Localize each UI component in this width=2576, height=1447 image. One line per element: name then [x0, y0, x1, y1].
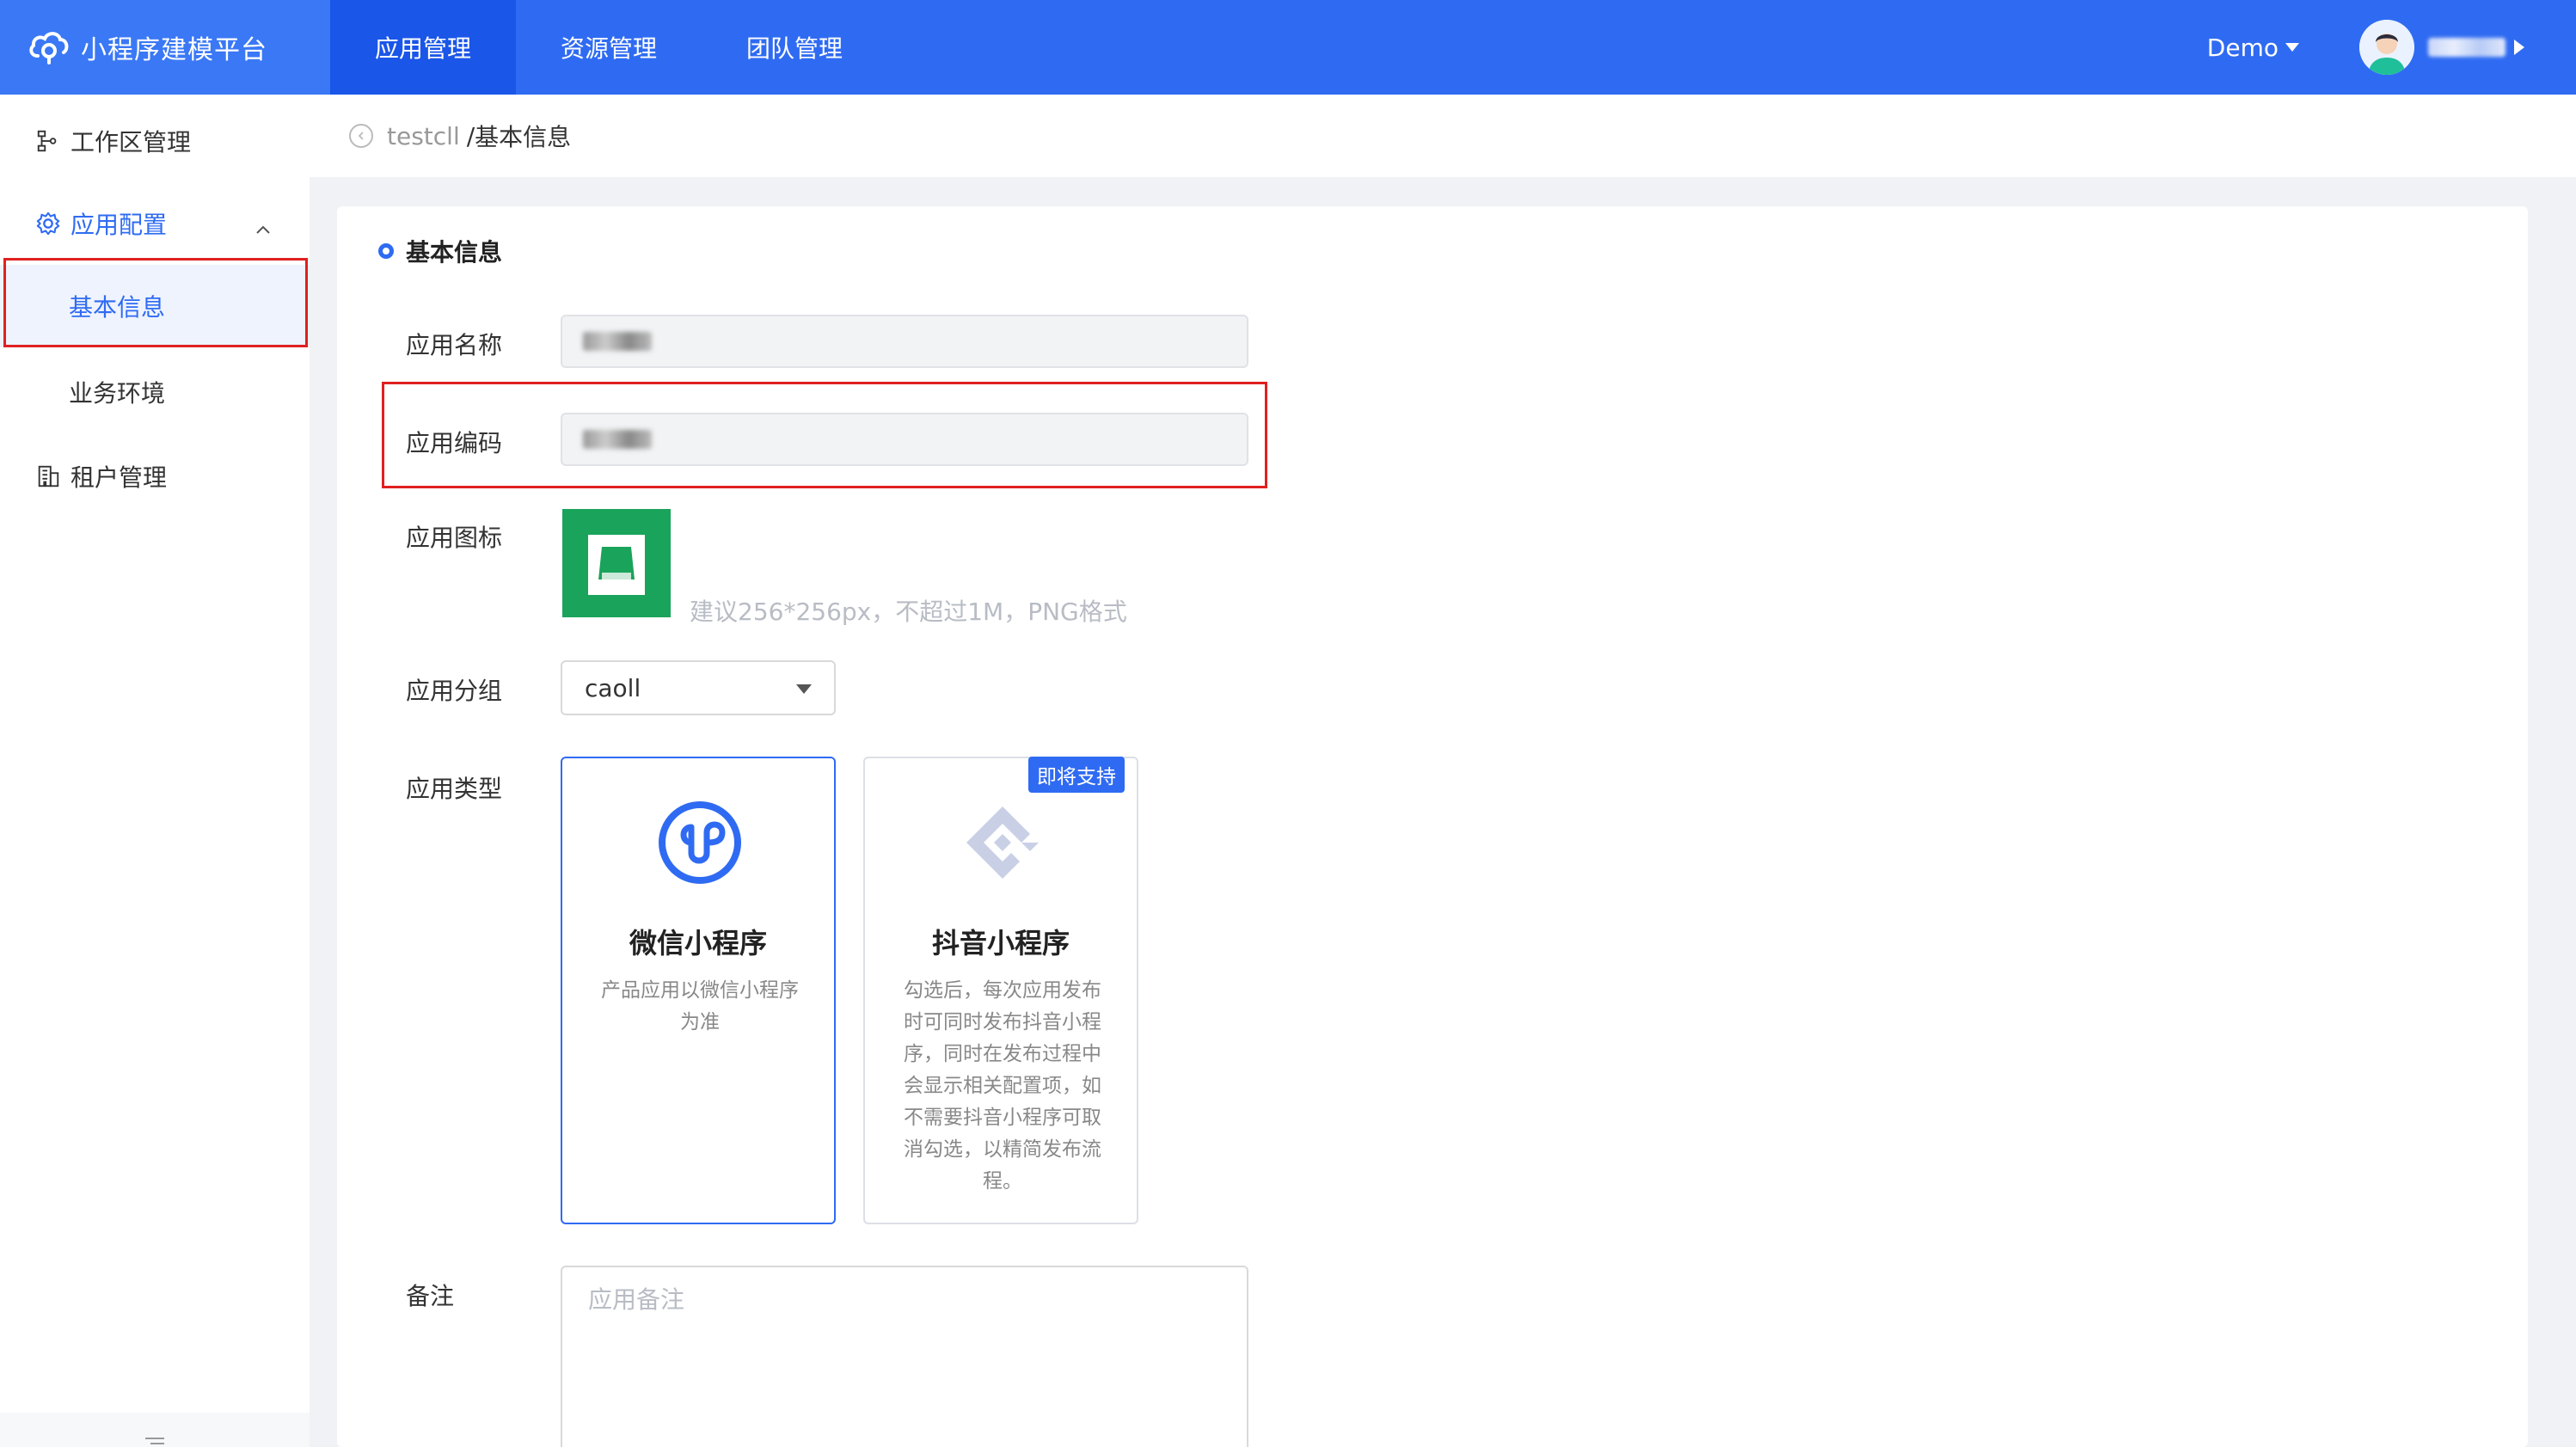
- label-app-name: 应用名称: [406, 331, 503, 359]
- top-nav: 应用管理 资源管理 团队管理: [330, 0, 887, 95]
- label-app-group: 应用分组: [406, 677, 503, 705]
- app-icon-upload[interactable]: [562, 509, 671, 617]
- caret-down-icon: [796, 684, 812, 694]
- section-dot-icon: [378, 243, 394, 259]
- topnav-team-management[interactable]: 团队管理: [702, 0, 887, 95]
- building-icon: [34, 463, 62, 490]
- top-bar: 小程序建模平台 应用管理 资源管理 团队管理 Demo: [0, 0, 2576, 95]
- breadcrumb-separator: /: [466, 121, 475, 150]
- breadcrumb: testcll / 基本信息: [310, 95, 2576, 177]
- highlight-box-app-code: [382, 382, 1267, 488]
- type-card-title: 抖音小程序: [931, 927, 1070, 960]
- app-group-value: caoll: [585, 673, 641, 702]
- app-title: 小程序建模平台: [81, 35, 267, 65]
- label-remark: 备注: [406, 1282, 455, 1310]
- section-title: 基本信息: [378, 234, 502, 268]
- type-card-desc: 产品应用以微信小程序为准: [601, 979, 799, 1033]
- sidebar-collapse-toggle[interactable]: [0, 1413, 310, 1447]
- douyin-mini-program-icon: [966, 806, 1039, 879]
- topnav-resource-management[interactable]: 资源管理: [516, 0, 702, 95]
- logo[interactable]: 小程序建模平台: [0, 0, 330, 95]
- app-name-input[interactable]: [561, 315, 1248, 368]
- workspace-icon: [34, 127, 62, 155]
- label-app-type: 应用类型: [406, 775, 503, 803]
- label-app-icon: 应用图标: [406, 524, 503, 552]
- caret-right-icon: [2514, 40, 2524, 55]
- user-name-redacted: [2428, 38, 2505, 57]
- sidebar-item-business-env[interactable]: 业务环境: [0, 351, 310, 433]
- highlight-box-basic-info: [3, 258, 308, 347]
- remark-placeholder: 应用备注: [588, 1285, 685, 1314]
- sidebar-item-label: 工作区管理: [71, 128, 192, 156]
- user-avatar-icon: [2359, 20, 2414, 75]
- demo-dropdown[interactable]: Demo: [2207, 34, 2299, 62]
- avatar: [2359, 20, 2414, 75]
- app-group-select[interactable]: caoll: [561, 660, 836, 715]
- section-title-text: 基本信息: [406, 238, 503, 267]
- topnav-app-management[interactable]: 应用管理: [330, 0, 517, 95]
- type-card-desc: 勾选后，每次应用发布时可同时发布抖音小程序，同时在发布过程中会显示相关配置项，如…: [904, 979, 1101, 1193]
- back-icon[interactable]: [349, 124, 373, 148]
- collapse-icon: [145, 1438, 164, 1444]
- sidebar-item-label: 租户管理: [71, 463, 168, 492]
- type-card-wechat[interactable]: 微信小程序 产品应用以微信小程序为准: [561, 757, 836, 1224]
- breadcrumb-current: 基本信息: [475, 123, 572, 151]
- coming-soon-badge: 即将支持: [1028, 757, 1125, 793]
- chevron-up-icon[interactable]: [255, 213, 272, 242]
- icon-hint: 建议256*256px，不超过1M，PNG格式: [690, 598, 1127, 626]
- remark-textarea[interactable]: 应用备注: [561, 1266, 1248, 1447]
- sidebar-item-label: 应用配置: [71, 211, 168, 239]
- sidebar-item-app-config[interactable]: 应用配置: [0, 182, 310, 265]
- top-right-area: Demo: [2207, 0, 2576, 95]
- app-logo-icon: [562, 509, 671, 617]
- app-name-redacted: [583, 332, 652, 351]
- type-card-title: 微信小程序: [629, 927, 767, 960]
- sidebar-item-tenant[interactable]: 租户管理: [0, 435, 310, 518]
- basic-info-card: 基本信息 应用名称 应用编码 应用图标 建议256*256px，不超过1M，PN…: [337, 206, 2528, 1447]
- breadcrumb-parent-link[interactable]: testcll: [387, 122, 460, 150]
- sidebar-item-workspace[interactable]: 工作区管理: [0, 100, 310, 182]
- user-menu[interactable]: [2359, 20, 2524, 75]
- demo-label: Demo: [2206, 33, 2279, 62]
- sidebar: 工作区管理 应用配置 基本信息 业务环境 租户管理: [0, 95, 310, 1447]
- type-card-douyin[interactable]: 即将支持 抖音小程序 勾选后，每次应用发布时可同时发布抖音小程序，同时在发布过程…: [863, 757, 1138, 1224]
- cloud-logo-icon: [26, 27, 72, 68]
- page-scrollbar[interactable]: [2569, 177, 2576, 1447]
- wechat-mini-program-icon: [659, 801, 741, 884]
- caret-down-icon: [2285, 43, 2299, 52]
- gear-icon: [34, 210, 62, 237]
